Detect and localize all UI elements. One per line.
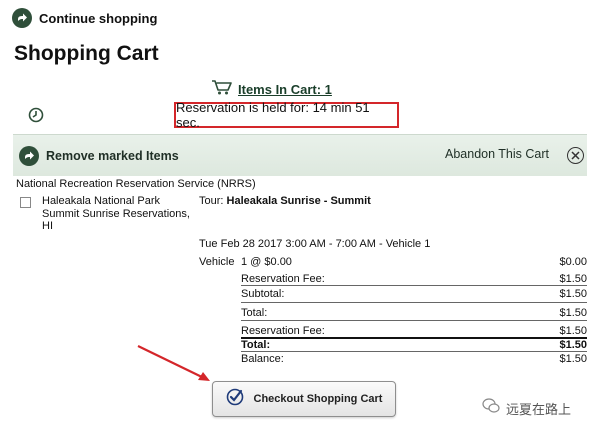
item-select-checkbox[interactable]: [20, 197, 31, 208]
items-in-cart-label: Items In Cart: 1: [238, 82, 332, 97]
reservation-date-line: Tue Feb 28 2017 3:00 AM - 7:00 AM - Vehi…: [199, 238, 431, 250]
total-amount: $1.50: [559, 307, 587, 319]
park-name: Haleakala National Park Summit Sunrise R…: [42, 195, 190, 232]
balance-amount: $1.50: [559, 353, 587, 365]
wechat-icon: [482, 398, 500, 419]
clock-icon: [28, 107, 44, 128]
vehicle-quantity: 1 @ $0.00: [241, 256, 292, 268]
divider: [241, 320, 587, 321]
page-title: Shopping Cart: [14, 42, 159, 65]
balance-label: Balance:: [241, 353, 284, 365]
checkmark-icon: [226, 388, 244, 411]
total-label: Total:: [241, 307, 268, 319]
balance-line: Balance: $1.50: [241, 350, 587, 365]
close-circle-icon[interactable]: [567, 147, 584, 164]
watermark-text: 远夏在路上: [506, 403, 572, 418]
grand-total-line: Total: $1.50: [241, 336, 587, 351]
fee-line: Reservation Fee: $1.50: [241, 322, 587, 337]
continue-shopping-link[interactable]: Continue shopping: [12, 8, 157, 28]
subtotal-label: Subtotal:: [241, 288, 285, 300]
items-in-cart-link[interactable]: Items In Cart: 1: [211, 79, 332, 100]
circle-arrow-icon: [19, 145, 39, 166]
reservation-hold-text: Reservation is held for: 14 min 51 sec.: [176, 100, 370, 130]
subtotal-line: Subtotal: $1.50: [241, 285, 587, 300]
checkout-label: Checkout Shopping Cart: [253, 393, 383, 405]
fee-line: Reservation Fee: $1.50: [241, 270, 587, 285]
tour-name: Haleakala Sunrise - Summit: [226, 195, 371, 207]
cart-icon: [211, 79, 233, 100]
vehicle-amount: $0.00: [559, 256, 587, 268]
vehicle-label: Vehicle: [199, 256, 235, 268]
fee-line-amount: $1.50: [559, 273, 587, 285]
remove-marked-items-label: Remove marked Items: [46, 148, 179, 163]
cart-action-bar: Remove marked Items Abandon This Cart: [13, 134, 587, 176]
circle-arrow-icon: [12, 8, 32, 28]
tour-line: Tour: Haleakala Sunrise - Summit: [199, 195, 371, 207]
remove-marked-items-button[interactable]: Remove marked Items: [19, 145, 179, 166]
provider-name: National Recreation Reservation Service …: [16, 178, 256, 190]
continue-shopping-label: Continue shopping: [39, 10, 158, 26]
abandon-cart-link[interactable]: Abandon This Cart: [445, 147, 549, 161]
checkout-button[interactable]: Checkout Shopping Cart: [212, 381, 396, 417]
watermark: 远夏在路上: [482, 398, 571, 419]
red-arrow-icon: [136, 343, 216, 390]
subtotal-amount: $1.50: [559, 288, 587, 300]
divider: [241, 302, 587, 303]
fee-line-label: Reservation Fee:: [241, 273, 325, 285]
tour-prefix: Tour:: [199, 195, 227, 207]
reservation-hold-timer: Reservation is held for: 14 min 51 sec.: [174, 100, 399, 130]
total-line: Total: $1.50: [241, 304, 587, 319]
